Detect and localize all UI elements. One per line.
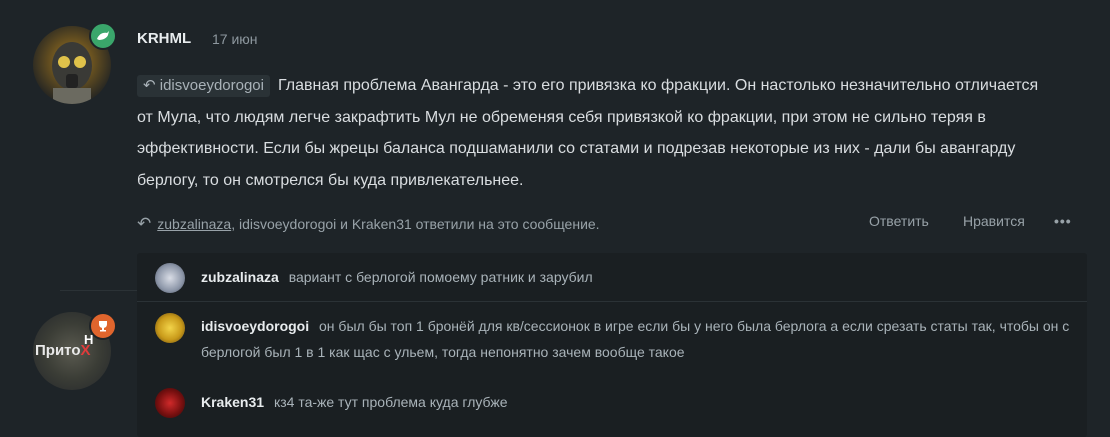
next-author-avatar-wrap[interactable]: ПритоX H bbox=[33, 312, 117, 390]
rank-badge-green bbox=[89, 22, 117, 50]
replied-summary: ↶ zubzalinaza, idisvoeydorogoi и Kraken3… bbox=[137, 214, 600, 234]
post-date[interactable]: 17 июн bbox=[212, 31, 258, 47]
reply-arrow-icon: ↶ bbox=[137, 214, 152, 233]
post-author[interactable]: KRHML bbox=[137, 30, 191, 47]
reply-body: zubzalinaza вариант с берлогой помоему р… bbox=[201, 264, 1081, 293]
reply-author[interactable]: idisvoeydorogoi bbox=[201, 318, 309, 334]
reply-body: Kraken31 кз4 та-же тут проблема куда глу… bbox=[201, 389, 1081, 418]
reply-avatar[interactable] bbox=[155, 313, 185, 343]
dragon-icon bbox=[97, 31, 109, 40]
reply-divider bbox=[137, 301, 1087, 302]
quote-author: idisvoeydorogoi bbox=[159, 77, 264, 94]
reply-item: idisvoeydorogoi он был бы топ 1 бронёй д… bbox=[155, 313, 1081, 365]
reply-text: он был бы топ 1 бронёй для кв/сессионок … bbox=[201, 318, 1070, 360]
reply-text: кз4 та-же тут проблема куда глубже bbox=[273, 394, 508, 410]
next-author-avatar-text: ПритоX bbox=[35, 342, 91, 359]
like-button[interactable]: Нравится bbox=[963, 213, 1025, 229]
reply-author[interactable]: zubzalinaza bbox=[201, 269, 279, 285]
author-avatar-wrap[interactable] bbox=[33, 22, 117, 104]
replied-rest[interactable]: , idisvoeydorogoi и Kraken31 ответили на… bbox=[231, 216, 599, 232]
reply-body: idisvoeydorogoi он был бы топ 1 бронёй д… bbox=[201, 313, 1081, 365]
trophy-icon bbox=[99, 321, 107, 332]
post-separator bbox=[60, 290, 137, 291]
more-options-button[interactable]: ••• bbox=[1054, 213, 1072, 229]
post-content: ↶ idisvoeydorogoi Главная проблема Аванг… bbox=[137, 70, 1057, 196]
replies-box: zubzalinaza вариант с берлогой помоему р… bbox=[137, 253, 1087, 437]
reply-author[interactable]: Kraken31 bbox=[201, 394, 264, 410]
reply-text: вариант с берлогой помоему ратник и зару… bbox=[288, 269, 593, 285]
reply-button[interactable]: Ответить bbox=[869, 213, 929, 229]
reply-item: zubzalinaza вариант с берлогой помоему р… bbox=[155, 263, 1081, 293]
post-text: Главная проблема Авангарда - это его при… bbox=[137, 77, 1039, 189]
reply-item: Kraken31 кз4 та-же тут проблема куда глу… bbox=[155, 388, 1081, 418]
reply-avatar[interactable] bbox=[155, 263, 185, 293]
replied-first-user[interactable]: zubzalinaza bbox=[157, 216, 231, 232]
quote-chip[interactable]: ↶ idisvoeydorogoi bbox=[137, 75, 270, 97]
reply-avatar[interactable] bbox=[155, 388, 185, 418]
rank-badge-orange bbox=[89, 312, 117, 340]
reply-arrow-icon: ↶ bbox=[143, 77, 156, 94]
